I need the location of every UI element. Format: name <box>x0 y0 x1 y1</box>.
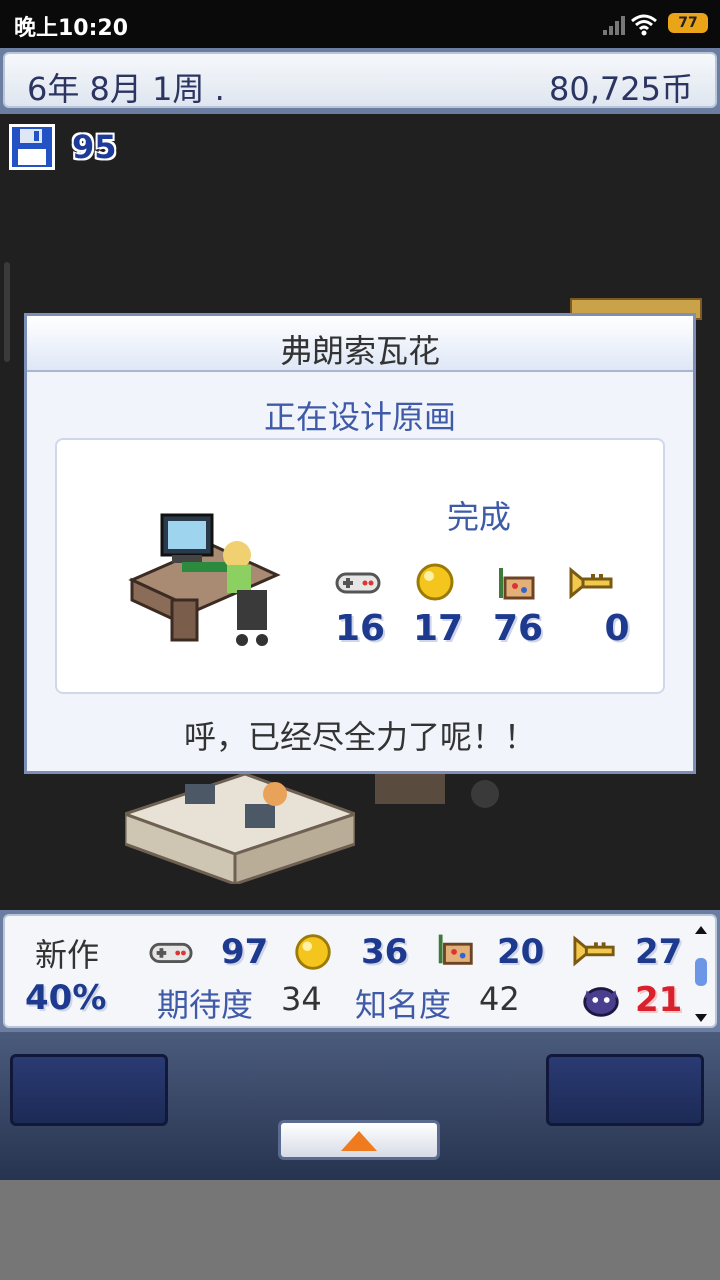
game-date: 6年 8月 1周 . <box>27 70 225 108</box>
dialog-header: 弗朗索瓦花 <box>27 316 693 372</box>
signal-icon <box>603 16 625 35</box>
staff-message: 呼，已经尽全力了呢！！ <box>183 718 536 756</box>
project-stats-panel: 新作 40% 97 36 20 27 期待度 34 知名度 42 21 <box>3 914 717 1028</box>
gamepad-icon <box>149 942 193 963</box>
scroll-arrows-icon[interactable] <box>693 924 709 1024</box>
project-stats-bar[interactable]: 新作 40% 97 36 20 27 期待度 34 知名度 42 21 <box>0 910 720 1032</box>
worker-at-desk-icon <box>128 513 281 646</box>
top-info-bar: 6年 8月 1周 . 80,725币 <box>0 48 720 114</box>
bug-monster-icon <box>583 987 619 1017</box>
chevron-up-icon <box>341 1131 377 1151</box>
clock: 晚上10:20 <box>14 16 129 41</box>
sound-total: 27 <box>635 932 683 972</box>
status-label: 完成 <box>447 498 512 536</box>
fun-value: 16 <box>334 608 386 649</box>
floppy-disk-icon[interactable] <box>8 123 56 171</box>
wifi-icon <box>631 14 657 36</box>
gold-orb-icon <box>295 934 331 970</box>
expand-menu-button[interactable] <box>278 1120 440 1160</box>
status-bar: 晚上10:20 77 <box>0 0 720 48</box>
expectation-label: 期待度 <box>157 986 254 1024</box>
art-easel-icon <box>438 934 473 965</box>
bug-count: 21 <box>635 980 683 1020</box>
money-display: 80,725币 <box>549 70 693 108</box>
creativity-value: 17 <box>412 608 464 649</box>
current-task: 正在设计原画 <box>263 398 456 436</box>
staff-name: 弗朗索瓦花 <box>279 332 440 370</box>
sound-trumpet-icon <box>569 566 613 600</box>
office-desk-decoration <box>125 774 355 884</box>
staff-work-dialog[interactable]: 弗朗索瓦花 正在设计原画 完成 16 17 76 0 呼，已经尽全力了呢！！ <box>24 313 696 774</box>
scroll-indicator <box>4 262 10 362</box>
art-easel-icon <box>499 568 535 600</box>
graphics-total: 20 <box>497 932 545 972</box>
fun-total: 97 <box>221 932 269 972</box>
graphics-value: 76 <box>492 608 544 649</box>
fame-value: 42 <box>479 980 520 1018</box>
battery-indicator: 77 <box>668 13 708 33</box>
left-action-button[interactable] <box>10 1054 168 1126</box>
sound-trumpet-icon <box>573 935 615 967</box>
save-count: 95 <box>72 128 117 166</box>
result-panel: 完成 16 17 76 0 <box>55 438 665 694</box>
gold-orb-icon <box>416 563 454 601</box>
gamepad-icon <box>335 572 381 594</box>
creativity-total: 36 <box>361 932 409 972</box>
progress-percent: 40% <box>25 978 107 1018</box>
top-info-panel: 6年 8月 1周 . 80,725币 <box>3 52 717 108</box>
navigation-bar-area <box>0 1180 720 1280</box>
office-cabinet-decoration <box>375 774 499 808</box>
control-area <box>0 1032 720 1180</box>
right-action-button[interactable] <box>546 1054 704 1126</box>
expectation-value: 34 <box>281 980 322 1018</box>
new-game-label: 新作 <box>35 936 100 974</box>
fame-label: 知名度 <box>355 986 452 1024</box>
sound-value: 0 <box>604 608 630 649</box>
